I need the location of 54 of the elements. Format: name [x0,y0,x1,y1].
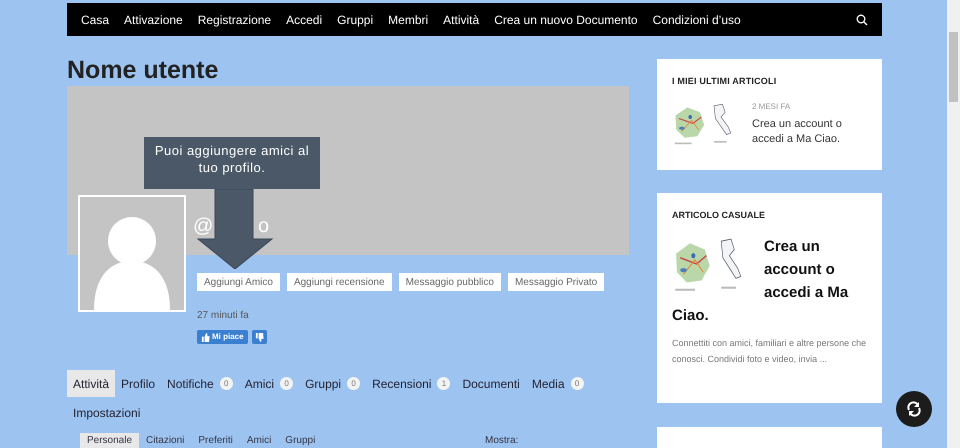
tab[interactable]: Impostazioni [67,399,146,426]
sub-tab[interactable]: Personale [80,433,140,448]
tooltip: Puoi aggiungere amici al tuo profilo. [144,137,320,189]
tab[interactable]: Documenti [456,370,526,397]
action-button[interactable]: Messaggio pubblico [398,273,501,291]
tab[interactable]: Amici 0 [238,370,300,397]
tab[interactable]: Gruppi 0 [299,370,366,397]
dislike-button[interactable] [252,330,267,344]
count-badge: 0 [347,377,360,390]
action-button[interactable]: Aggiungi Amico [197,273,280,291]
sub-tab[interactable]: Preferiti [191,433,240,448]
count-badge: 0 [280,377,294,390]
nav-link[interactable]: Membri [388,10,428,28]
tab[interactable]: Profilo [115,370,162,397]
card-heading: I MIEI ULTIMI ARTICOLI [672,75,778,88]
action-button[interactable]: Messaggio Privato [508,273,604,291]
article-date: 2 MESI FA [752,100,792,112]
username-text: @ [193,214,214,238]
nav-link[interactable]: Crea un nuovo Documento [494,10,638,28]
sub-tab[interactable]: Gruppi [278,433,322,448]
thumbs-up-icon [201,332,210,342]
timestamp: 27 minuti fa [197,309,249,323]
nav-link[interactable]: Attività [443,10,480,28]
article-link[interactable]: Crea un account o accedi a Ma Ciao. [752,116,867,146]
page-title: Nome utente [67,55,218,86]
nav-link[interactable]: Gruppi [337,10,374,28]
article-title-link[interactable]: Crea un account o accedi a Ma Ciao. [672,234,867,326]
like-button[interactable]: Mi piace [197,330,248,344]
count-badge: 1 [437,377,450,390]
sub-tab[interactable]: Citazioni [139,433,192,448]
tab[interactable]: Notifiche 0 [161,370,239,397]
down-arrow-icon [196,189,274,269]
tab[interactable]: Recensioni 1 [366,370,456,397]
refresh-icon [906,401,922,417]
nav-link[interactable]: Condizioni d’uso [652,10,741,28]
nav-link[interactable]: Casa [81,10,110,28]
card-heading: ARTICOLO CASUALE [672,209,766,222]
nav-link[interactable]: Accedi [286,10,322,28]
action-button[interactable]: Aggiungi recensione [286,273,392,291]
thumbs-down-icon [254,332,264,342]
article-excerpt: Connettiti con amici, familiari e altre persone che conosci. Condividi foto e video, invia ... [672,336,867,366]
tab[interactable]: Attività [67,370,116,397]
count-badge: 0 [570,377,584,390]
search-icon[interactable] [856,14,868,26]
scrollbar[interactable] [947,0,960,448]
nav-link[interactable]: Attivazione [124,10,183,28]
nav-link[interactable]: Registrazione [198,10,272,28]
refresh-button[interactable] [896,391,932,427]
sub-tab[interactable]: Amici [240,433,278,448]
username-text: o [258,214,270,238]
count-badge: 0 [220,377,233,390]
scrollbar-thumb[interactable] [949,32,958,102]
filter-label: Mostra: [485,434,518,448]
tab[interactable]: Media 0 [526,370,590,397]
